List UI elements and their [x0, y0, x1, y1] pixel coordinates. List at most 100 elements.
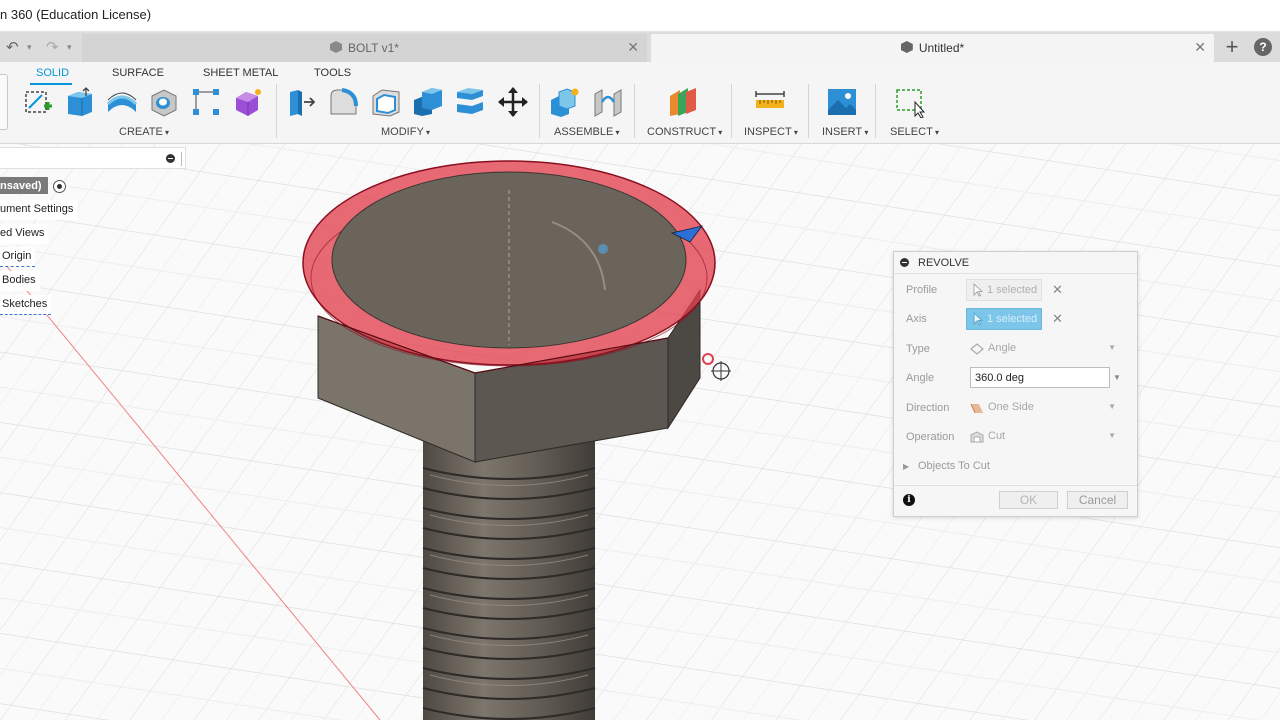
create-form-icon[interactable]	[232, 86, 264, 118]
type-label: Type	[906, 343, 930, 355]
create-sketch-icon[interactable]	[22, 86, 54, 118]
type-dropdown[interactable]: Angle ▼	[966, 340, 1122, 358]
data-panel-toggle[interactable]	[0, 74, 8, 130]
browser-node-document-settings[interactable]: ument Settings	[0, 200, 78, 220]
clear-profile-icon[interactable]: ✕	[1052, 282, 1063, 298]
revolve-header: REVOLVE	[894, 252, 1137, 274]
shell-icon[interactable]	[370, 86, 402, 118]
angle-input[interactable]: 360.0 deg	[970, 367, 1110, 388]
help-icon[interactable]: ?	[1254, 38, 1272, 56]
toolbar-separator	[539, 84, 540, 138]
collapse-icon[interactable]	[166, 154, 175, 163]
redo-dropdown-icon[interactable]: ▾	[67, 42, 72, 53]
combine-icon[interactable]	[412, 86, 444, 118]
ok-button[interactable]: OK	[999, 491, 1058, 509]
measure-icon[interactable]	[754, 86, 786, 118]
cut-icon	[970, 431, 984, 443]
active-document-radio[interactable]	[53, 180, 66, 193]
select-menu[interactable]: SELECT	[890, 126, 939, 138]
fusion-360-window: n 360 (Education License) ↶ ▾ ↷ ▾ BOLT v…	[0, 0, 1280, 720]
undo-dropdown-icon[interactable]: ▾	[27, 42, 32, 53]
window-title: n 360 (Education License)	[0, 7, 152, 22]
active-tab-indicator	[30, 83, 72, 85]
pattern-icon[interactable]	[190, 86, 222, 118]
profile-selector[interactable]: 1 selected	[966, 279, 1042, 301]
browser-node-origin[interactable]: Origin	[0, 247, 36, 267]
press-pull-icon[interactable]	[286, 86, 318, 118]
profile-label: Profile	[906, 284, 938, 296]
toolbar-separator	[276, 84, 277, 138]
toolbar: SOLID SURFACE SHEET METAL TOOLS CREATE ▾…	[0, 62, 1280, 144]
toolbar-separator	[808, 84, 809, 138]
browser-node-sketches[interactable]: Sketches	[0, 295, 52, 315]
expand-arrow-icon[interactable]: ▶	[903, 462, 909, 471]
browser-node-named-views[interactable]: ed Views	[0, 224, 49, 244]
new-tab-button[interactable]: +	[1218, 34, 1246, 62]
collapse-icon[interactable]	[900, 258, 909, 267]
select-cursor-icon	[973, 283, 983, 297]
create-menu[interactable]: CREATE	[119, 126, 169, 138]
panel-divider	[181, 152, 182, 166]
operation-label: Operation	[906, 431, 955, 443]
operation-dropdown[interactable]: Cut ▼	[966, 428, 1122, 446]
insert-menu[interactable]: INSERT	[822, 126, 868, 138]
component-icon	[330, 41, 343, 53]
title-bar: n 360 (Education License)	[0, 0, 1280, 32]
axis-value: 1 selected	[987, 313, 1038, 325]
toolbar-separator	[875, 84, 876, 138]
new-component-icon[interactable]	[549, 86, 581, 118]
select-window-icon[interactable]	[895, 86, 927, 118]
browser-header	[0, 147, 186, 169]
close-icon[interactable]: ✕	[627, 39, 639, 56]
tab-untitled[interactable]: Untitled* ✕	[651, 34, 1214, 62]
chevron-down-icon: ▼	[1108, 431, 1116, 440]
direction-label: Direction	[906, 402, 950, 414]
tab-bolt[interactable]: BOLT v1* ✕	[82, 34, 647, 62]
revolve-icon[interactable]	[106, 86, 138, 118]
hole-icon[interactable]	[148, 86, 180, 118]
undo-icon[interactable]: ↶	[6, 38, 19, 56]
move-icon[interactable]	[497, 86, 529, 118]
redo-icon[interactable]: ↷	[46, 38, 59, 56]
dialog-divider	[894, 485, 1137, 486]
clear-axis-icon[interactable]: ✕	[1052, 311, 1063, 327]
offset-plane-icon[interactable]	[666, 86, 698, 118]
tab-untitled-label: Untitled*	[918, 41, 965, 55]
revolve-dialog: REVOLVE Profile 1 selected ✕ Axis 1 sele…	[893, 251, 1138, 517]
type-value: Angle	[988, 342, 1017, 354]
cancel-button[interactable]: Cancel	[1067, 491, 1128, 509]
chevron-down-icon: ▼	[1108, 402, 1116, 411]
modify-menu[interactable]: MODIFY	[381, 126, 430, 138]
objects-to-cut-toggle[interactable]: Objects To Cut	[918, 460, 990, 472]
info-icon[interactable]: i	[903, 494, 915, 506]
split-body-icon[interactable]	[454, 86, 486, 118]
close-icon[interactable]: ✕	[1194, 39, 1206, 56]
joint-icon[interactable]	[592, 86, 624, 118]
construct-menu[interactable]: CONSTRUCT	[647, 126, 722, 138]
tab-solid[interactable]: SOLID	[36, 67, 69, 79]
direction-value: One Side	[988, 401, 1034, 413]
fillet-icon[interactable]	[328, 86, 360, 118]
component-icon	[900, 41, 913, 53]
extrude-icon[interactable]	[64, 86, 96, 118]
tab-surface[interactable]: SURFACE	[112, 67, 164, 79]
insert-image-icon[interactable]	[826, 86, 858, 118]
chevron-down-icon: ▼	[1108, 343, 1116, 352]
axis-label: Axis	[906, 313, 927, 325]
select-cursor-icon	[973, 312, 983, 326]
tab-sheet-metal[interactable]: SHEET METAL	[203, 67, 278, 79]
assemble-menu[interactable]: ASSEMBLE	[554, 126, 620, 138]
axis-selector[interactable]: 1 selected	[966, 308, 1042, 330]
toolbar-separator	[731, 84, 732, 138]
browser-node-document[interactable]: nsaved)	[0, 177, 48, 194]
direction-dropdown[interactable]: One Side ▼	[966, 399, 1122, 417]
chevron-down-icon[interactable]: ▼	[1113, 373, 1121, 382]
inspect-menu[interactable]: INSPECT	[744, 126, 798, 138]
document-tab-bar: ↶ ▾ ↷ ▾ BOLT v1* ✕ Untitled* ✕ + ?	[0, 32, 1280, 62]
browser-node-bodies[interactable]: Bodies	[0, 271, 40, 291]
toolbar-separator	[634, 84, 635, 138]
tab-tools[interactable]: TOOLS	[314, 67, 351, 79]
profile-value: 1 selected	[987, 284, 1038, 296]
tab-bolt-label: BOLT v1*	[348, 41, 399, 55]
angle-type-icon	[970, 343, 984, 355]
